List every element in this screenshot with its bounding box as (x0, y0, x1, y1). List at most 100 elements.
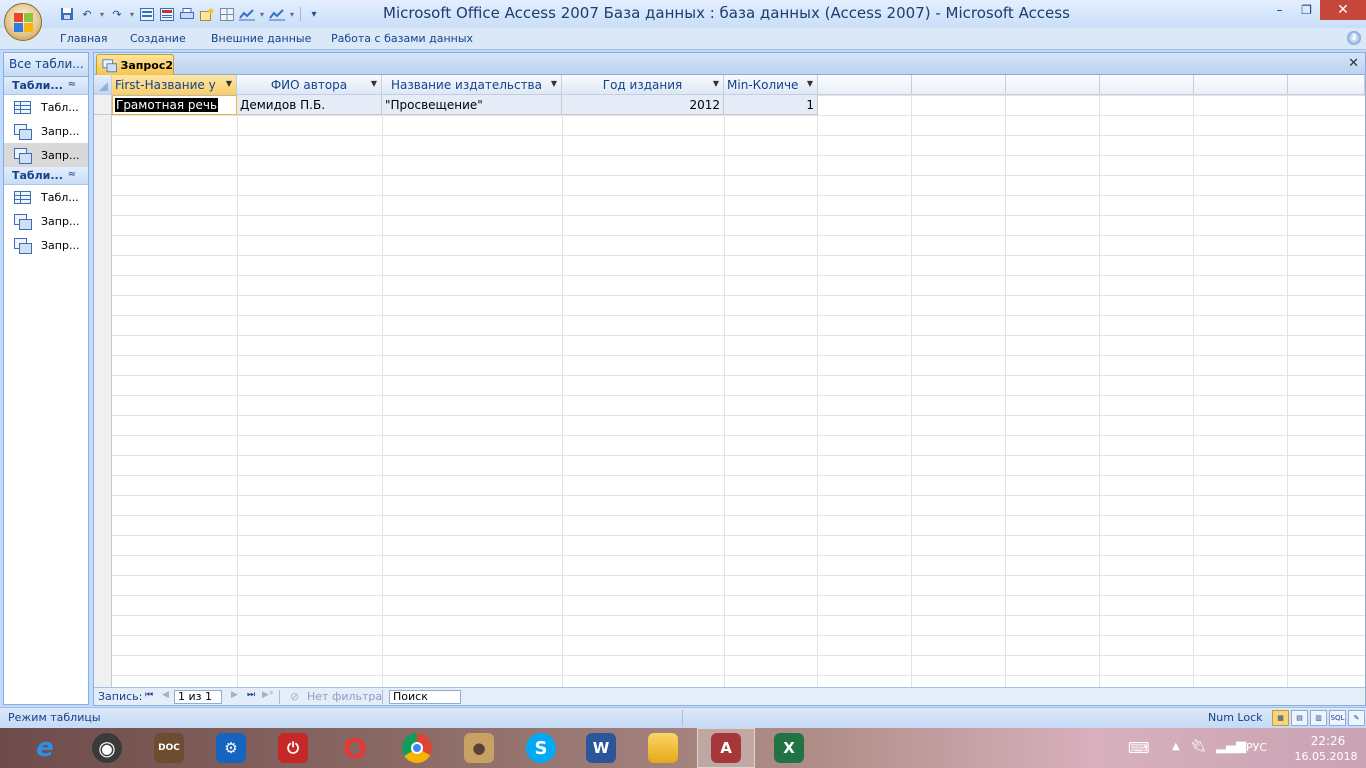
minimize-button[interactable]: – (1266, 0, 1293, 20)
column-header-min-count[interactable]: Min-Количе ▼ (724, 75, 818, 95)
search-input[interactable]: Поиск (389, 690, 461, 704)
chart-check-icon-2[interactable] (268, 6, 286, 22)
taskbar-app-word[interactable]: W (572, 728, 630, 768)
collapse-chevron-icon[interactable]: ≈ (68, 79, 76, 90)
record-position-input[interactable]: 1 из 1 (174, 690, 222, 704)
nav-item-table[interactable]: Табл... (4, 95, 88, 119)
table-cell-publisher[interactable]: "Просвещение" (382, 95, 562, 115)
undo-icon[interactable]: ↶ (78, 6, 96, 22)
taskbar-app-explorer[interactable] (634, 728, 692, 768)
column-header-author[interactable]: ФИО автора ▼ (237, 75, 382, 95)
pivot-chart-view-icon[interactable]: ▥ (1310, 710, 1327, 726)
column-header-label: Название издательства (391, 78, 542, 92)
taskbar-app-access[interactable]: A (697, 728, 755, 768)
column-dropdown-icon[interactable]: ▼ (807, 79, 813, 88)
print-icon[interactable] (178, 6, 196, 22)
nav-item-query[interactable]: Запр... (4, 233, 88, 257)
column-dropdown-icon[interactable]: ▼ (713, 79, 719, 88)
taskbar-app-excel[interactable]: X (760, 728, 818, 768)
report-icon[interactable] (158, 6, 176, 22)
column-dropdown-icon[interactable]: ▼ (226, 79, 232, 88)
last-record-icon[interactable]: ⏭ (247, 690, 255, 700)
view-switcher: ▦ ▤ ▥ SQL ✎ (1272, 710, 1365, 726)
table-cell-title[interactable]: Грамотная речь (112, 95, 237, 115)
chart-dropdown-icon-2[interactable]: ▾ (288, 6, 296, 22)
close-button[interactable]: ✕ (1320, 0, 1366, 20)
column-header-publisher[interactable]: Название издательства ▼ (382, 75, 562, 95)
table-cell-min-count[interactable]: 1 (724, 95, 818, 115)
collapse-chevron-icon[interactable]: ≈ (68, 169, 76, 180)
taskbar-app-media[interactable]: ● (450, 728, 508, 768)
network-signal-icon[interactable]: ▂▄▆ (1216, 739, 1246, 754)
clock-date[interactable]: 16.05.2018 (1288, 750, 1364, 763)
help-icon[interactable]: ? (1347, 31, 1361, 45)
clock-time[interactable]: 22:26 (1298, 734, 1358, 748)
maximize-button[interactable]: ❐ (1293, 0, 1320, 20)
language-indicator[interactable]: РУС (1246, 741, 1267, 754)
office-button[interactable] (4, 3, 42, 41)
column-header-empty (1100, 75, 1194, 95)
sql-view-button[interactable]: SQL (1329, 710, 1346, 726)
chart-check-icon[interactable] (238, 6, 256, 22)
nav-group-2[interactable]: Табли... ≈ (4, 167, 88, 185)
chrome-icon (402, 733, 432, 763)
form-icon[interactable] (138, 6, 156, 22)
chart-dropdown-icon[interactable]: ▾ (258, 6, 266, 22)
design-view-icon[interactable]: ✎ (1348, 710, 1365, 726)
first-record-icon[interactable]: ⏮ (145, 690, 153, 700)
column-header-title[interactable]: First-Название у ▼ (112, 75, 237, 95)
tab-database-tools[interactable]: Работа с базами данных (331, 32, 473, 45)
taskbar-app-doc[interactable]: DOC (140, 728, 198, 768)
taskbar-app-speaker[interactable]: ◉ (78, 728, 136, 768)
status-text: Режим таблицы (8, 711, 101, 724)
record-label: Запись: (98, 690, 143, 703)
grid-line (1099, 75, 1100, 687)
customize-qat-icon[interactable]: ▾ (305, 6, 323, 22)
access-icon: A (711, 733, 741, 763)
close-document-icon[interactable]: ✕ (1348, 56, 1359, 71)
taskbar-app-opera[interactable]: O (326, 728, 384, 768)
redo-dropdown-icon[interactable]: ▾ (128, 6, 136, 22)
table-cell-year[interactable]: 2012 (562, 95, 724, 115)
taskbar-app-power[interactable]: ⏻ (264, 728, 322, 768)
record-selector[interactable] (94, 95, 112, 115)
table-cell-author[interactable]: Демидов П.Б. (237, 95, 382, 115)
tab-home[interactable]: Главная (60, 32, 108, 45)
save-icon[interactable] (58, 6, 76, 22)
nav-group-1[interactable]: Табли... ≈ (4, 77, 88, 95)
nav-item-query-selected[interactable]: Запр... (4, 143, 88, 167)
prev-record-icon[interactable]: ◀ (162, 690, 169, 700)
table-row[interactable]: Грамотная речь Демидов П.Б. "Просвещение… (94, 95, 1365, 115)
taskbar-app-skype[interactable]: S (512, 728, 570, 768)
nav-item-table[interactable]: Табл... (4, 185, 88, 209)
nav-item-query[interactable]: Запр... (4, 119, 88, 143)
taskbar-app-chrome[interactable] (388, 728, 446, 768)
nav-separator (279, 690, 280, 704)
qat-separator (300, 7, 301, 21)
datasheet-view-icon[interactable]: ▦ (1272, 710, 1289, 726)
column-dropdown-icon[interactable]: ▼ (551, 79, 557, 88)
pivot-table-view-icon[interactable]: ▤ (1291, 710, 1308, 726)
new-query-icon[interactable] (198, 6, 216, 22)
select-all-corner[interactable] (94, 75, 112, 95)
show-hidden-icons-icon[interactable]: ▲ (1172, 741, 1180, 752)
column-header-label: Min-Количе (727, 78, 799, 92)
nav-item-query[interactable]: Запр... (4, 209, 88, 233)
power-plug-icon[interactable]: 🔌︎ (1190, 739, 1207, 754)
undo-dropdown-icon[interactable]: ▾ (98, 6, 106, 22)
grid-icon[interactable] (218, 6, 236, 22)
nav-pane-header[interactable]: Все табли... (4, 53, 88, 77)
tab-query2[interactable]: Запрос2 (96, 54, 174, 75)
redo-icon[interactable]: ↷ (108, 6, 126, 22)
tab-create[interactable]: Создание (130, 32, 186, 45)
keyboard-icon[interactable]: ⌨ (1128, 739, 1150, 757)
filter-status[interactable]: Нет фильтра (307, 690, 382, 703)
new-record-icon[interactable]: ▶* (262, 690, 273, 700)
tab-external-data[interactable]: Внешние данные (211, 32, 311, 45)
column-dropdown-icon[interactable]: ▼ (371, 79, 377, 88)
column-header-empty (818, 75, 912, 95)
taskbar-app-ie[interactable]: e (16, 728, 74, 768)
column-header-year[interactable]: Год издания ▼ (562, 75, 724, 95)
next-record-icon[interactable]: ▶ (231, 690, 238, 700)
taskbar-app-settings[interactable]: ⚙ (202, 728, 260, 768)
